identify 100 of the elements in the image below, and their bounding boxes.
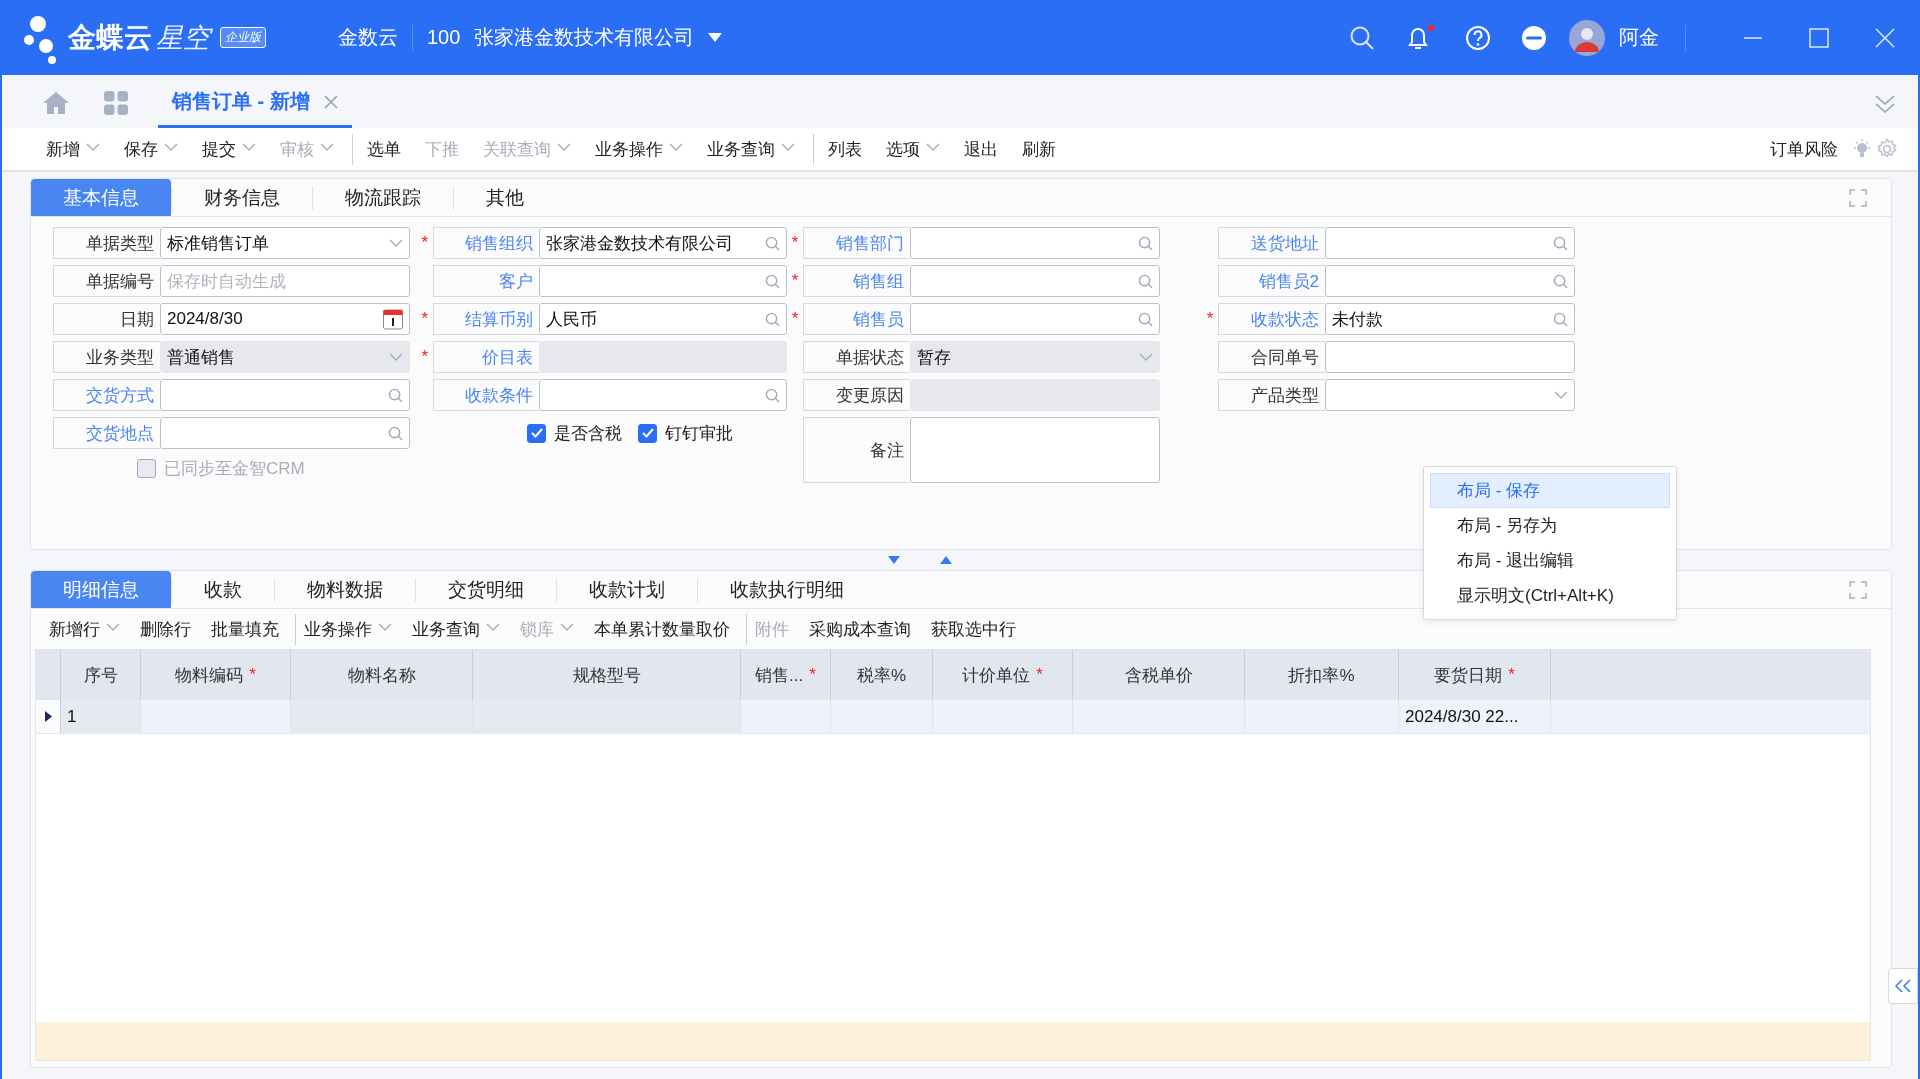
- lookup-field[interactable]: [910, 303, 1160, 335]
- field-label[interactable]: 收款条件: [432, 379, 539, 411]
- lookup-field[interactable]: [539, 379, 787, 411]
- field-label[interactable]: 交货方式: [53, 379, 160, 411]
- toolbar-button[interactable]: 列表: [813, 133, 872, 165]
- lookup-field[interactable]: [910, 227, 1160, 259]
- toolbar-button[interactable]: 选单: [352, 133, 411, 165]
- collapse-down-icon[interactable]: [888, 556, 900, 564]
- org-name[interactable]: 张家港金数技术有限公司: [474, 24, 695, 51]
- menu-item[interactable]: 显示明文(Ctrl+Alt+K): [1430, 578, 1670, 613]
- search-icon[interactable]: [388, 387, 403, 403]
- collapse-icon[interactable]: [1874, 93, 1896, 115]
- lookup-field[interactable]: [1325, 227, 1575, 259]
- table-cell[interactable]: [141, 700, 291, 733]
- field-label[interactable]: 收款状态: [1218, 303, 1325, 335]
- table-cell[interactable]: [291, 700, 473, 733]
- toolbar-button[interactable]: 批量填充: [203, 613, 287, 645]
- toolbar-button[interactable]: 提交: [192, 133, 266, 165]
- toolbar-button[interactable]: 刷新: [1012, 133, 1066, 165]
- field-label[interactable]: 销售部门: [803, 227, 910, 259]
- table-cell[interactable]: [831, 700, 933, 733]
- bell-icon[interactable]: [1405, 23, 1435, 52]
- tab[interactable]: 其他: [454, 179, 556, 216]
- table-cell[interactable]: 2024/8/30 22...: [1399, 700, 1551, 733]
- tab[interactable]: 物料数据: [275, 571, 415, 608]
- tab[interactable]: 收款: [172, 571, 274, 608]
- dropdown-field[interactable]: 标准销售订单: [160, 227, 410, 259]
- note-field[interactable]: [910, 417, 1160, 483]
- search-icon[interactable]: [1553, 235, 1568, 251]
- toolbar-button[interactable]: 退出: [954, 133, 1008, 165]
- checkbox[interactable]: [638, 423, 657, 443]
- menu-item[interactable]: 布局 - 退出编辑: [1430, 543, 1670, 578]
- toolbar-button[interactable]: 本单累计数量取价: [586, 613, 738, 645]
- lookup-field[interactable]: 人民币: [539, 303, 787, 335]
- field-label[interactable]: 销售员: [803, 303, 910, 335]
- fullscreen-icon[interactable]: [1849, 580, 1867, 599]
- toolbar-button[interactable]: 业务操作: [295, 613, 400, 645]
- lookup-field[interactable]: [539, 265, 787, 297]
- tab[interactable]: 物流跟踪: [313, 179, 453, 216]
- search-icon[interactable]: [765, 387, 780, 403]
- maximize-icon[interactable]: [1808, 26, 1830, 49]
- toolbar-button[interactable]: 新增行: [41, 613, 128, 645]
- input-field[interactable]: [1325, 341, 1575, 373]
- tenant-name[interactable]: 金数云: [338, 24, 398, 51]
- close-icon[interactable]: [323, 94, 338, 109]
- search-icon[interactable]: [1553, 273, 1568, 289]
- table-cell[interactable]: [933, 700, 1073, 733]
- table-cell[interactable]: [1073, 700, 1245, 733]
- search-icon[interactable]: [1349, 24, 1375, 51]
- menu-item[interactable]: 布局 - 保存: [1430, 473, 1670, 508]
- help-icon[interactable]: [1465, 24, 1491, 51]
- tab[interactable]: 交货明细: [416, 571, 556, 608]
- collapse-up-icon[interactable]: [940, 556, 952, 564]
- tab[interactable]: 财务信息: [172, 179, 312, 216]
- lookup-field[interactable]: [1325, 265, 1575, 297]
- toolbar-button[interactable]: 删除行: [132, 613, 199, 645]
- search-icon[interactable]: [388, 425, 403, 441]
- table-cell[interactable]: [1551, 700, 1870, 733]
- calendar-icon[interactable]: [383, 308, 403, 330]
- search-icon[interactable]: [1138, 235, 1153, 251]
- field-label[interactable]: 销售组织: [432, 227, 539, 259]
- tab[interactable]: 基本信息: [31, 179, 171, 216]
- date-field[interactable]: 2024/8/30: [160, 303, 410, 335]
- dropdown-icon[interactable]: [708, 33, 723, 42]
- fullscreen-icon[interactable]: [1849, 188, 1867, 207]
- table-cell[interactable]: [473, 700, 741, 733]
- bulb-icon[interactable]: [1852, 138, 1872, 160]
- search-icon[interactable]: [1138, 273, 1153, 289]
- field-label[interactable]: 客户: [432, 265, 539, 297]
- field-label[interactable]: 交货地点: [53, 417, 160, 449]
- lookup-field[interactable]: [160, 379, 410, 411]
- toolbar-button[interactable]: 新增: [36, 133, 110, 165]
- field-label[interactable]: 结算币别: [432, 303, 539, 335]
- table-cell[interactable]: 1: [61, 700, 141, 733]
- lookup-field[interactable]: 张家港金数技术有限公司: [539, 227, 787, 259]
- lookup-field[interactable]: [160, 417, 410, 449]
- search-icon[interactable]: [765, 311, 780, 327]
- lookup-field[interactable]: 未付款: [1325, 303, 1575, 335]
- search-icon[interactable]: [1138, 311, 1153, 327]
- toolbar-button[interactable]: 采购成本查询: [801, 613, 919, 645]
- toolbar-button[interactable]: 获取选中行: [923, 613, 1024, 645]
- more-icon[interactable]: [1521, 24, 1547, 51]
- toolbar-button[interactable]: 业务查询: [697, 133, 805, 165]
- toolbar-button[interactable]: 业务查询: [404, 613, 508, 645]
- avatar[interactable]: [1569, 19, 1605, 56]
- table-cell[interactable]: [741, 700, 831, 733]
- search-icon[interactable]: [765, 235, 780, 251]
- settings-icon[interactable]: [1876, 138, 1898, 160]
- search-icon[interactable]: [1553, 311, 1568, 327]
- tab[interactable]: 收款执行明细: [698, 571, 876, 608]
- dropdown-field[interactable]: [1325, 379, 1575, 411]
- home-icon[interactable]: [42, 91, 70, 115]
- checkbox[interactable]: [527, 423, 546, 443]
- apps-icon[interactable]: [104, 91, 128, 115]
- toolbar-button[interactable]: 选项: [876, 133, 950, 165]
- toolbar-button[interactable]: 业务操作: [585, 133, 693, 165]
- tab[interactable]: 收款计划: [557, 571, 697, 608]
- menu-item[interactable]: 布局 - 另存为: [1430, 508, 1670, 543]
- field-label[interactable]: 送货地址: [1218, 227, 1325, 259]
- tab[interactable]: 明细信息: [31, 571, 171, 608]
